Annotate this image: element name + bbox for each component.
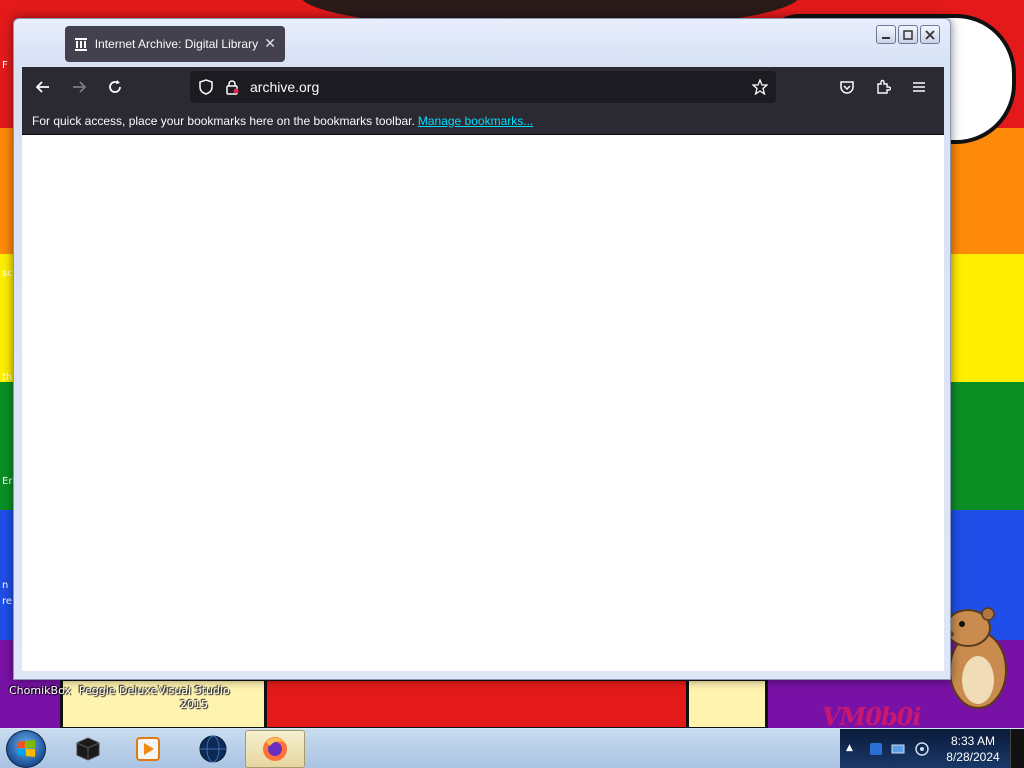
restore-button[interactable] bbox=[898, 25, 918, 44]
cube-app-icon bbox=[76, 737, 100, 761]
bookmarks-message: For quick access, place your bookmarks h… bbox=[32, 113, 415, 128]
reload-icon bbox=[109, 80, 121, 93]
minimize-icon bbox=[882, 36, 890, 39]
taskbar-item-firefox[interactable] bbox=[245, 730, 305, 768]
manage-bookmarks-link[interactable]: Manage bookmarks... bbox=[418, 114, 533, 128]
reload-button[interactable] bbox=[100, 72, 130, 102]
bookmark-star-icon[interactable] bbox=[750, 77, 770, 97]
extensions-icon bbox=[877, 79, 891, 94]
bookmarks-toolbar: For quick access, place your bookmarks h… bbox=[22, 107, 944, 135]
start-button[interactable] bbox=[6, 730, 46, 768]
media-player-icon bbox=[136, 737, 160, 761]
tab-internet-archive[interactable]: Internet Archive: Digital Library ✕ bbox=[65, 26, 285, 62]
desktop-edge-label[interactable]: F bbox=[2, 60, 8, 71]
close-button[interactable] bbox=[920, 25, 940, 44]
menu-icon bbox=[913, 82, 925, 92]
tray-network-icon[interactable] bbox=[890, 741, 906, 757]
shield-icon[interactable] bbox=[196, 77, 216, 97]
lock-icon[interactable] bbox=[222, 77, 242, 97]
tray-app-icon[interactable] bbox=[868, 741, 884, 757]
desktop-edge-label[interactable]: re bbox=[2, 596, 12, 607]
taskbar-item-media-player[interactable] bbox=[118, 730, 178, 768]
desktop-icon-visual-studio[interactable]: Visual Studio 2015 bbox=[158, 684, 230, 712]
url-bar[interactable]: archive.org bbox=[190, 71, 776, 103]
windows-logo-icon bbox=[17, 740, 35, 757]
taskbar-item-globe-app[interactable] bbox=[183, 730, 243, 768]
desktop-icon-peggle[interactable]: Peggle Deluxe bbox=[78, 684, 158, 698]
wallpaper-yellow-block-2 bbox=[686, 678, 768, 728]
pocket-icon bbox=[840, 81, 854, 94]
forward-button[interactable] bbox=[64, 72, 94, 102]
globe-app-icon bbox=[199, 735, 227, 763]
tab-bar: Internet Archive: Digital Library ✕ bbox=[22, 25, 882, 63]
close-icon bbox=[925, 29, 935, 40]
archive-building-icon bbox=[73, 36, 89, 52]
desktop-edge-label[interactable]: Er bbox=[2, 476, 12, 487]
app-menu-button[interactable] bbox=[904, 72, 934, 102]
taskbar: ▲ 8:33 AM 8/28/2024 bbox=[0, 728, 1024, 768]
desktop-icon-labels: ChomikBox Peggle Deluxe Visual Studio 20… bbox=[6, 682, 246, 712]
back-button[interactable] bbox=[28, 72, 58, 102]
desktop-edge-label[interactable]: sc bbox=[2, 268, 13, 279]
wallpaper-red-block bbox=[264, 678, 694, 728]
taskbar-clock[interactable]: 8:33 AM 8/28/2024 bbox=[940, 733, 1006, 765]
tab-title: Internet Archive: Digital Library bbox=[94, 37, 259, 51]
arrow-right-icon bbox=[73, 81, 87, 93]
pocket-button[interactable] bbox=[832, 72, 862, 102]
tray-volume-icon[interactable] bbox=[914, 741, 930, 757]
clock-time: 8:33 AM bbox=[950, 734, 996, 748]
tab-close-icon[interactable]: ✕ bbox=[263, 36, 277, 52]
firefox-icon bbox=[263, 737, 287, 761]
show-hidden-icons-arrow-icon[interactable]: ▲ bbox=[846, 743, 853, 753]
extensions-button[interactable] bbox=[868, 72, 898, 102]
clock-date: 8/28/2024 bbox=[946, 750, 1000, 764]
minimize-button[interactable] bbox=[876, 25, 896, 44]
page-content[interactable] bbox=[22, 135, 944, 671]
toolbar-right bbox=[832, 72, 934, 102]
desktop-edge-label[interactable]: th bbox=[2, 372, 12, 383]
restore-icon bbox=[903, 29, 913, 40]
navigation-toolbar: archive.org bbox=[22, 67, 944, 107]
desktop-edge-label[interactable]: n bbox=[2, 580, 8, 591]
wallpaper-text: VM0b0i bbox=[822, 702, 921, 728]
desktop-icon-chomikbox[interactable]: ChomikBox bbox=[8, 684, 72, 698]
url-text[interactable]: archive.org bbox=[250, 79, 319, 95]
show-desktop-button[interactable] bbox=[1010, 729, 1024, 768]
window-controls bbox=[876, 25, 940, 44]
system-tray: ▲ 8:33 AM 8/28/2024 bbox=[840, 729, 1024, 768]
taskbar-item-cube-app[interactable] bbox=[58, 730, 118, 768]
browser-window: Internet Archive: Digital Library ✕ arch… bbox=[13, 18, 951, 680]
arrow-left-icon bbox=[35, 81, 49, 93]
